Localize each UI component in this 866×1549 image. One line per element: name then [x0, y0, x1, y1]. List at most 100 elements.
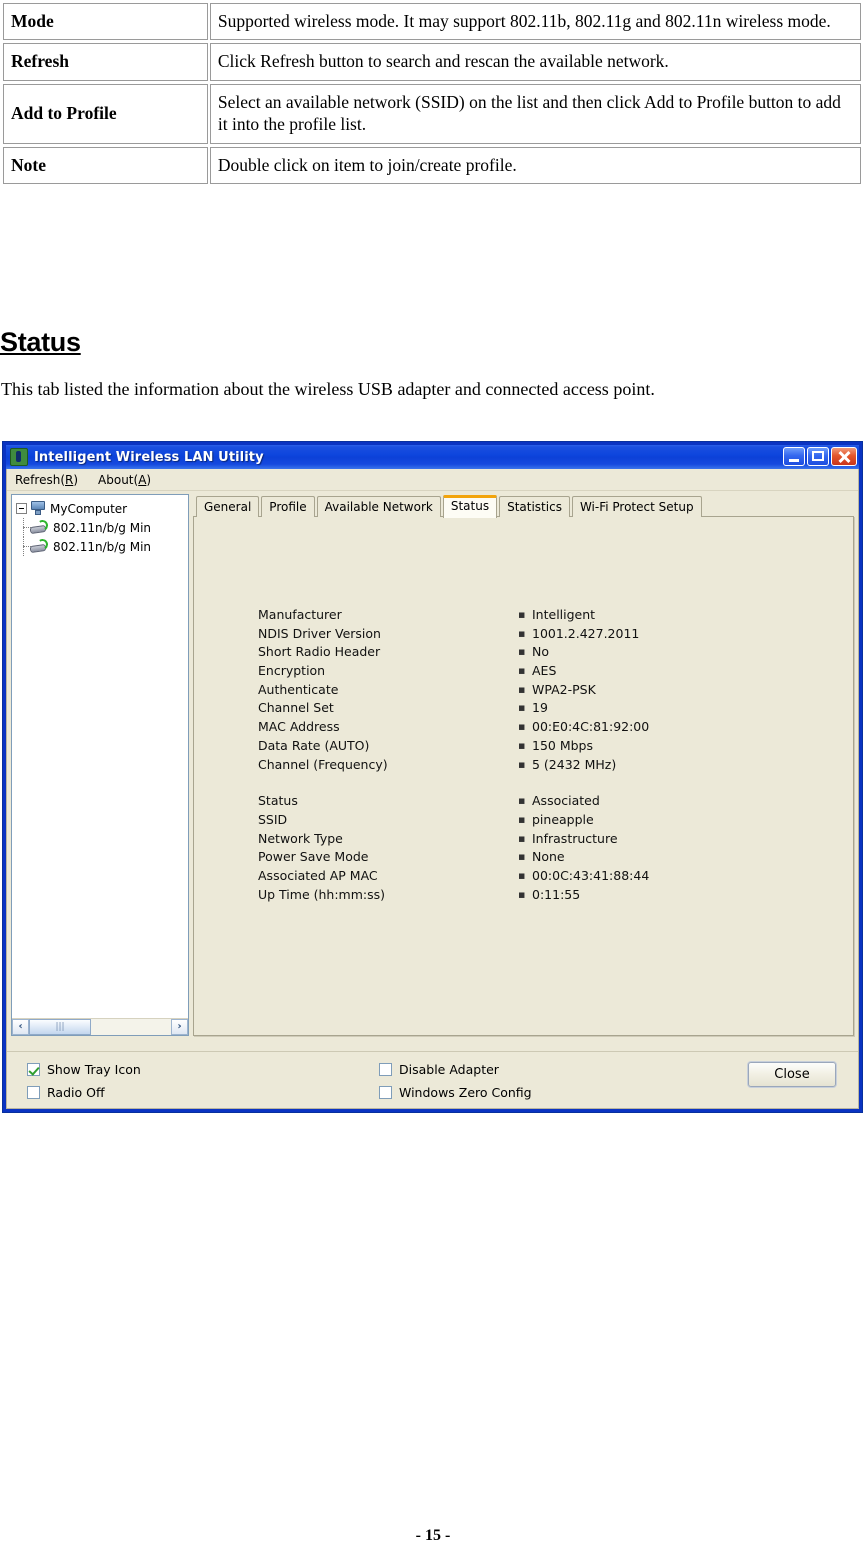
tab-content-status: Manufacturer ▪ Intelligent NDIS Driver V…	[193, 516, 854, 1036]
bottom-options-bar: Show Tray Icon Radio Off Disable Adapter…	[7, 1051, 858, 1108]
tab-available-network[interactable]: Available Network	[316, 496, 441, 517]
status-group-separator	[258, 775, 778, 793]
menu-refresh-pre: Refresh(	[15, 472, 65, 487]
checkbox-disable-adapter[interactable]: Disable Adapter	[379, 1062, 499, 1077]
status-field-list: Manufacturer ▪ Intelligent NDIS Driver V…	[258, 607, 778, 905]
tab-panel: General Profile Available Network Status…	[193, 494, 854, 1036]
tab-status[interactable]: Status	[442, 495, 498, 518]
status-row-encryption: Encryption ▪ AES	[258, 663, 778, 682]
status-row-authenticate: Authenticate ▪ WPA2-PSK	[258, 682, 778, 701]
checkbox-label: Show Tray Icon	[47, 1062, 141, 1077]
menu-item-refresh[interactable]: Refresh(R)	[15, 473, 78, 487]
status-row-ndis-driver-version: NDIS Driver Version ▪ 1001.2.427.2011	[258, 626, 778, 645]
status-label: Power Save Mode	[258, 849, 369, 865]
status-value: 00:E0:4C:81:92:00	[532, 719, 650, 735]
status-label: MAC Address	[258, 719, 340, 735]
wireless-adapter-icon	[30, 520, 49, 535]
close-button[interactable]: Close	[748, 1062, 836, 1087]
value-separator-icon: ▪	[518, 738, 526, 752]
status-row-power-save-mode: Power Save Mode ▪ None	[258, 849, 778, 868]
checkbox-unchecked-icon[interactable]	[379, 1063, 392, 1076]
minimize-icon[interactable]	[783, 447, 805, 466]
checkbox-show-tray-icon[interactable]: Show Tray Icon	[27, 1062, 141, 1077]
status-row-channel-set: Channel Set ▪ 19	[258, 700, 778, 719]
tree-horizontal-scrollbar[interactable]: ‹ ||| ›	[12, 1018, 188, 1035]
checkbox-unchecked-icon[interactable]	[379, 1086, 392, 1099]
section-intro-text: This tab listed the information about th…	[1, 379, 655, 399]
tab-wifi-protect-setup[interactable]: Wi-Fi Protect Setup	[571, 496, 702, 517]
table-body: Mode Supported wireless mode. It may sup…	[3, 3, 861, 184]
adapter-tree: MyComputer 802.11n/b/g Min 802.11n/b/g M…	[12, 495, 188, 1018]
scrollbar-track[interactable]: |||	[29, 1019, 171, 1035]
value-separator-icon: ▪	[518, 757, 526, 771]
status-row-associated-ap-mac: Associated AP MAC ▪ 00:0C:43:41:88:44	[258, 868, 778, 887]
value-separator-icon: ▪	[518, 645, 526, 659]
status-row-ssid: SSID ▪ pineapple	[258, 812, 778, 831]
window-titlebar: Intelligent Wireless LAN Utility	[6, 445, 859, 469]
tab-general[interactable]: General	[196, 496, 260, 517]
value-separator-icon: ▪	[518, 887, 526, 901]
status-row-mac-address: MAC Address ▪ 00:E0:4C:81:92:00	[258, 719, 778, 738]
menu-item-about[interactable]: About(A)	[98, 473, 151, 487]
status-label: Short Radio Header	[258, 644, 381, 660]
table-cell-term: Mode	[3, 3, 208, 41]
table-row: Refresh Click Refresh button to search a…	[3, 43, 861, 81]
table-row: Mode Supported wireless mode. It may sup…	[3, 3, 861, 41]
table-cell-description: Select an available network (SSID) on th…	[209, 83, 861, 144]
status-value: 00:0C:43:41:88:44	[532, 867, 650, 883]
status-value: 1001.2.427.2011	[532, 625, 640, 641]
table-cell-description: Click Refresh button to search and resca…	[209, 43, 861, 81]
status-row-channel-frequency: Channel (Frequency) ▪ 5 (2432 MHz)	[258, 757, 778, 776]
tree-node-mycomputer[interactable]: MyComputer	[16, 499, 186, 518]
status-label: SSID	[258, 811, 288, 827]
status-value: 150 Mbps	[532, 737, 593, 753]
tree-node-adapter-1[interactable]: 802.11n/b/g Min	[16, 518, 186, 537]
status-row-short-radio-header: Short Radio Header ▪ No	[258, 644, 778, 663]
tab-profile[interactable]: Profile	[261, 496, 315, 517]
scroll-right-icon[interactable]: ›	[171, 1019, 188, 1035]
close-icon[interactable]	[831, 447, 857, 466]
menu-refresh-post: )	[73, 472, 79, 487]
tree-node-adapter-2[interactable]: 802.11n/b/g Min	[16, 537, 186, 556]
application-window: Intelligent Wireless LAN Utility Refresh…	[2, 441, 863, 1113]
status-value: AES	[532, 663, 557, 679]
value-separator-icon: ▪	[518, 794, 526, 808]
wireless-adapter-icon	[30, 539, 49, 554]
tab-statistics[interactable]: Statistics	[499, 496, 570, 517]
status-label: Channel (Frequency)	[258, 756, 388, 772]
status-label: Network Type	[258, 830, 343, 846]
table-cell-description: Double click on item to join/create prof…	[209, 146, 861, 184]
value-separator-icon: ▪	[518, 608, 526, 621]
status-label: Data Rate (AUTO)	[258, 737, 370, 753]
tree-node-label: 802.11n/b/g Min	[53, 539, 152, 554]
status-row-manufacturer: Manufacturer ▪ Intelligent	[258, 607, 778, 626]
menu-about-pre: About(	[98, 472, 139, 487]
status-label: Up Time (hh:mm:ss)	[258, 886, 386, 902]
window-title: Intelligent Wireless LAN Utility	[34, 449, 264, 465]
checkbox-unchecked-icon[interactable]	[27, 1086, 40, 1099]
status-value: Infrastructure	[532, 830, 618, 846]
menu-about-post: )	[146, 472, 152, 487]
checkbox-radio-off[interactable]: Radio Off	[27, 1085, 105, 1100]
status-label: Channel Set	[258, 700, 334, 716]
status-value: WPA2-PSK	[532, 681, 596, 697]
menu-bar: Refresh(R) About(A)	[7, 469, 858, 491]
status-value: Intelligent	[532, 607, 596, 622]
status-row-up-time: Up Time (hh:mm:ss) ▪ 0:11:55	[258, 887, 778, 906]
status-label: Encryption	[258, 663, 326, 679]
collapse-icon[interactable]	[16, 503, 27, 514]
checkbox-label: Radio Off	[47, 1085, 105, 1100]
maximize-icon[interactable]	[807, 447, 829, 466]
checkbox-checked-icon[interactable]	[27, 1063, 40, 1076]
page-number: - 15 -	[415, 1527, 451, 1544]
tree-node-label: MyComputer	[50, 501, 128, 516]
tree-node-label: 802.11n/b/g Min	[53, 520, 152, 535]
value-separator-icon: ▪	[518, 831, 526, 845]
checkbox-windows-zero-config[interactable]: Windows Zero Config	[379, 1085, 532, 1100]
scrollbar-thumb[interactable]: |||	[29, 1019, 91, 1035]
window-body: Refresh(R) About(A) MyComputer 802.11n/b…	[6, 469, 859, 1109]
checkbox-label: Disable Adapter	[399, 1062, 499, 1077]
value-separator-icon: ▪	[518, 720, 526, 734]
scroll-left-icon[interactable]: ‹	[12, 1019, 29, 1035]
checkbox-label: Windows Zero Config	[399, 1085, 532, 1100]
